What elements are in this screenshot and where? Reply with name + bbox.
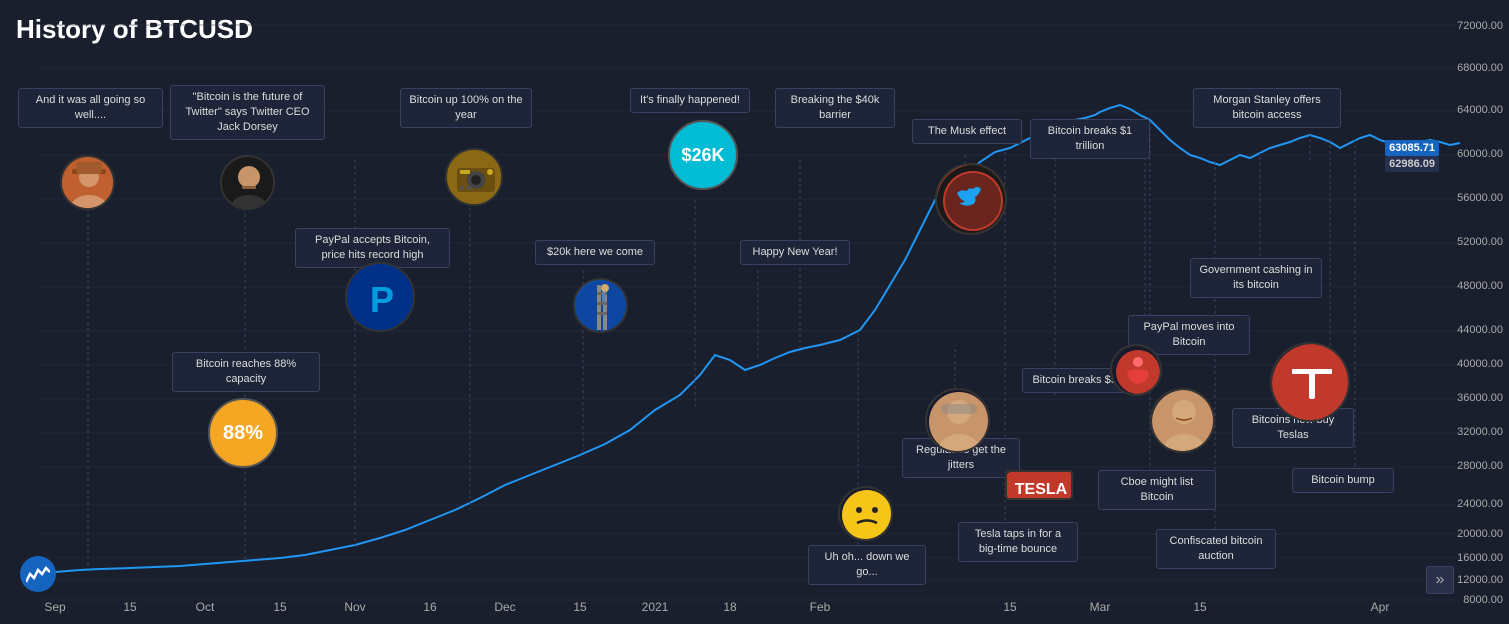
- x-label-feb: Feb: [810, 600, 831, 614]
- icon-person-ladder: [573, 278, 628, 333]
- y-label-28000: 28000.00: [1457, 460, 1503, 472]
- icon-radio: [445, 148, 503, 206]
- svg-text:TESLA: TESLA: [1015, 481, 1068, 498]
- x-label-18: 18: [723, 600, 736, 614]
- y-label-48000: 48000.00: [1457, 280, 1503, 292]
- x-label-dec: Dec: [494, 600, 515, 614]
- icon-woman-face-2: [1150, 388, 1215, 453]
- y-label-52000: 52000.00: [1457, 236, 1503, 248]
- x-label-sep: Sep: [44, 600, 65, 614]
- badge-88pct: 88%: [208, 398, 278, 468]
- y-label-32000: 32000.00: [1457, 426, 1503, 438]
- icon-woman-face: [925, 388, 990, 453]
- y-label-60000: 60000.00: [1457, 148, 1503, 160]
- x-label-mar: Mar: [1090, 600, 1111, 614]
- y-label-44000: 44000.00: [1457, 324, 1503, 336]
- price-low-label: 62986.09: [1385, 156, 1439, 172]
- icon-jack-dorsey: [220, 155, 275, 210]
- icon-tesla-logo: TESLA: [1005, 470, 1073, 500]
- icon-tesla-circle: [1270, 342, 1350, 422]
- y-label-40000: 40000.00: [1457, 358, 1503, 370]
- icon-paypal: P: [345, 262, 415, 332]
- x-label-15b: 15: [273, 600, 286, 614]
- x-label-15c: 15: [573, 600, 586, 614]
- icon-musk-twitter: [935, 163, 1007, 235]
- icon-emoji-sad: [838, 486, 893, 541]
- x-label-2021: 2021: [642, 600, 669, 614]
- y-label-12000: 12000.00: [1457, 574, 1503, 586]
- icon-paypal-red: [1110, 344, 1162, 396]
- svg-text:P: P: [370, 279, 394, 320]
- y-label-72000: 72000.00: [1457, 20, 1503, 32]
- y-label-20000: 20000.00: [1457, 528, 1503, 540]
- y-label-16000: 16000.00: [1457, 552, 1503, 564]
- badge-26k: $26K: [668, 120, 738, 190]
- y-label-68000: 68000.00: [1457, 62, 1503, 74]
- y-label-36000: 36000.00: [1457, 392, 1503, 404]
- chart-container: History of BTCUSD: [0, 0, 1509, 624]
- y-label-64000: 64000.00: [1457, 104, 1503, 116]
- y-label-56000: 56000.00: [1457, 192, 1503, 204]
- nav-forward-button[interactable]: »: [1426, 566, 1454, 594]
- price-chart: [0, 0, 1509, 624]
- x-label-apr: Apr: [1371, 600, 1390, 614]
- x-label-nov: Nov: [344, 600, 365, 614]
- x-label-16: 16: [423, 600, 436, 614]
- y-label-8000: 8000.00: [1463, 594, 1503, 606]
- y-label-24000: 24000.00: [1457, 498, 1503, 510]
- price-high-label: 63085.71: [1385, 140, 1439, 156]
- x-label-15d: 15: [1003, 600, 1016, 614]
- watermark-logo: [20, 556, 56, 592]
- x-label-15a: 15: [123, 600, 136, 614]
- icon-person-hat: [60, 155, 115, 210]
- x-label-15e: 15: [1193, 600, 1206, 614]
- x-label-oct: Oct: [196, 600, 215, 614]
